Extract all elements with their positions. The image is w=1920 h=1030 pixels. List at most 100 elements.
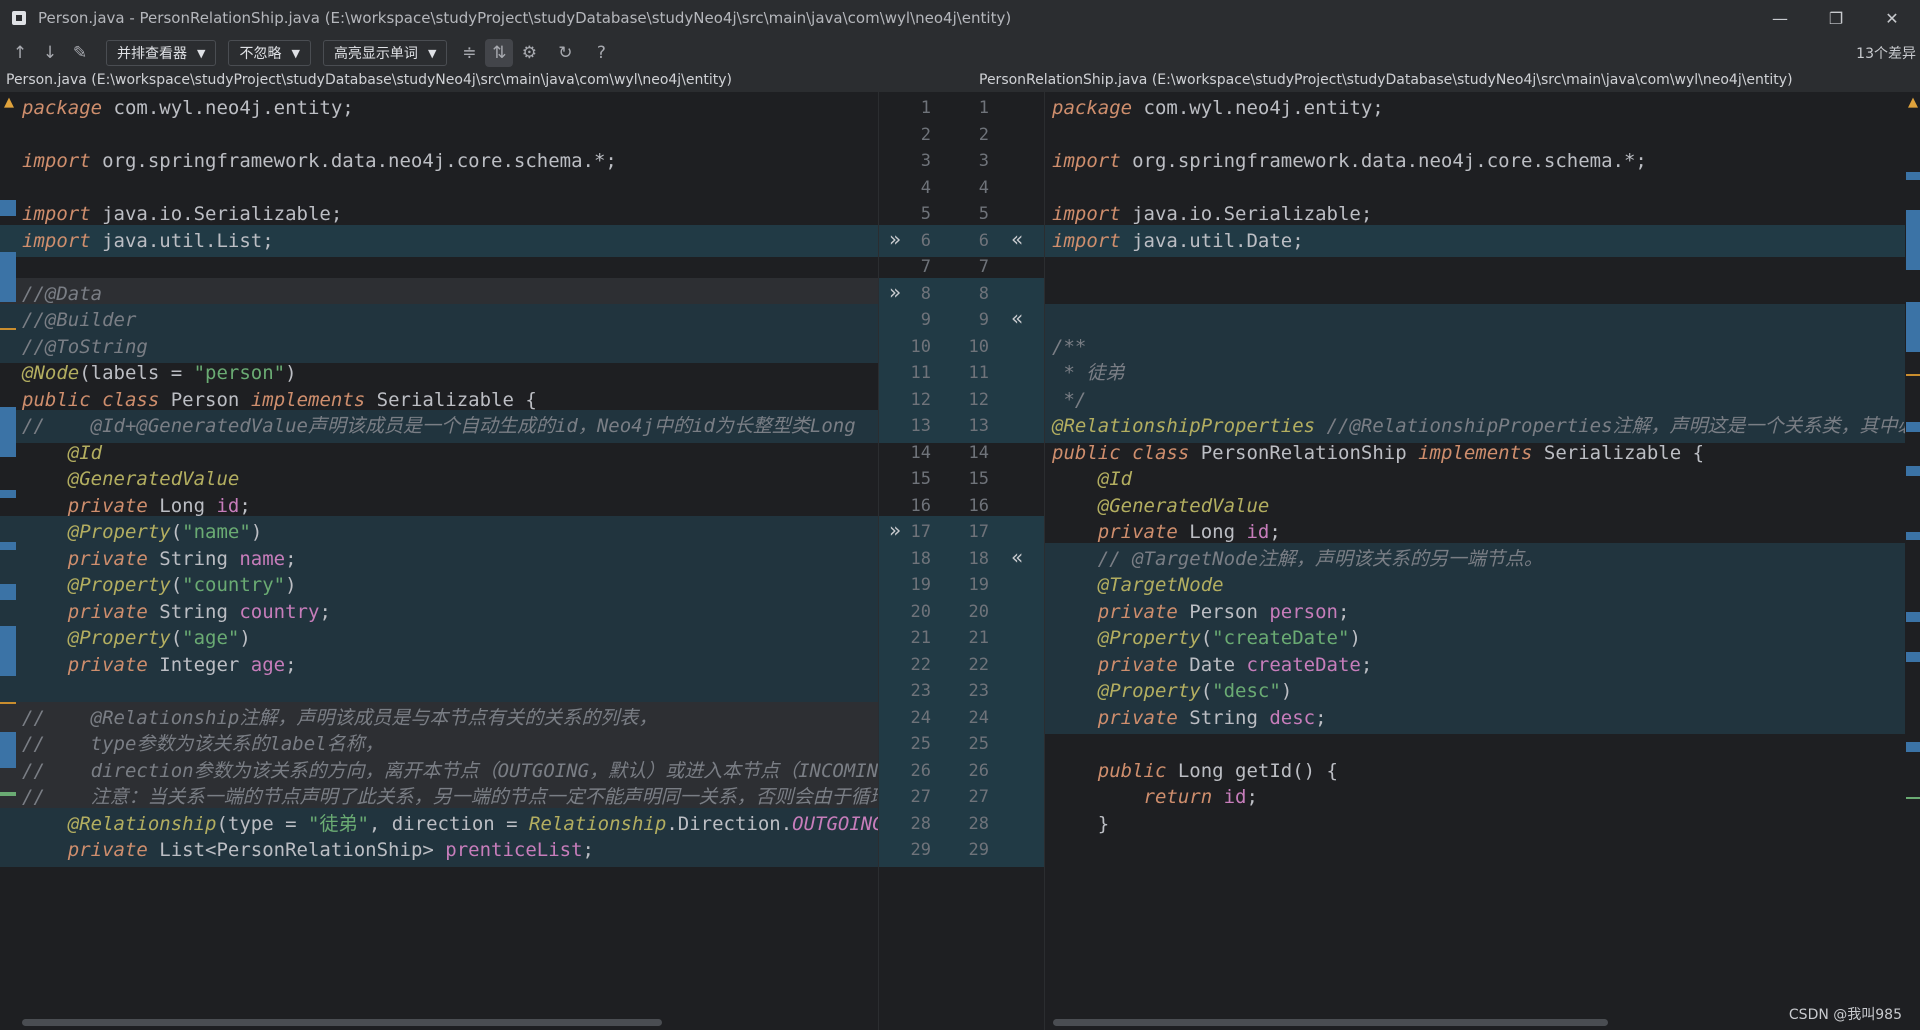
apply-right-change-icon[interactable]: « [1011,227,1023,251]
right-line-number: 15 [968,469,989,489]
left-line-number: 7 [920,257,931,277]
left-line-number: 20 [910,601,931,622]
warning-icon: ▲ [4,95,14,110]
left-code-text: // direction参数为该关系的方向，离开本节点（OUTGOING，默认）… [22,759,878,782]
apply-left-change-icon[interactable]: » [889,280,901,304]
right-horizontal-scrollbar[interactable] [1053,1019,1608,1026]
right-file-path: PersonRelationShip.java (E:\workspace\st… [979,72,1793,88]
right-line-number: 12 [968,389,989,410]
right-code-text: import java.io.Serializable; [1052,203,1373,225]
ignore-dropdown-label: 不忽略 [239,46,282,62]
left-line-number: 12 [910,389,931,410]
change-marker [0,407,16,457]
highlight-dropdown-label: 高亮显示单词 [333,46,418,62]
left-line-number: 3 [920,151,931,171]
change-marker [0,490,16,498]
right-line-number: 4 [978,177,989,198]
chevron-down-icon: ▼ [291,46,300,60]
left-line-number: 18 [910,548,931,569]
left-line-number: 25 [910,734,931,754]
right-code-text: /** [1052,335,1087,358]
gutter-row: 29 29 [879,834,1044,867]
right-code-text: */ [1052,388,1087,411]
right-line-number: 20 [968,601,989,622]
change-marker [1906,797,1920,799]
right-change-markers: ▲ [1906,92,1920,1030]
apply-right-change-icon[interactable]: « [1011,545,1023,569]
change-marker [1906,612,1920,622]
right-line-number: 1 [978,98,989,118]
left-horizontal-scrollbar[interactable] [22,1019,662,1026]
right-line-number: 17 [968,522,989,542]
collapse-unchanged-icon[interactable]: ≑ [455,39,483,67]
minimize-button[interactable]: — [1752,0,1808,36]
left-line-number: 24 [910,707,931,728]
sync-scroll-icon[interactable]: ⇅ [485,39,514,67]
left-code-text: // type参数为该关系的label名称， [22,733,384,755]
diff-count-label: 13个差异 [1856,46,1916,62]
left-code-text: @Property("age") [67,627,251,649]
change-marker [0,200,16,216]
left-line-number: 8 [920,283,931,304]
left-editor-pane[interactable]: package com.wyl.neo4j.entity; import org.… [0,92,878,1030]
right-line-number: 27 [968,787,989,807]
right-line-number: 13 [968,416,989,436]
right-line-number: 21 [968,628,989,648]
settings-gear-icon[interactable]: ⚙ [515,39,543,67]
right-line-number: 28 [968,813,989,834]
left-code-text: @Property("country") [67,574,297,596]
left-line-number: 29 [910,840,931,860]
viewer-dropdown[interactable]: 并排查看器 ▼ [106,40,217,66]
highlight-words-dropdown[interactable]: 高亮显示单词 ▼ [322,40,448,66]
right-line-number: 8 [978,283,989,304]
right-code-text: import org.springframework.data.neo4j.co… [1052,150,1647,172]
right-code-text: public Long getId() { [1097,759,1338,782]
left-code-text: public class Person implements Serializa… [22,388,537,411]
left-code-text: @Relationship(type = "徒弟", direction = R… [67,812,878,835]
right-code-text: @Property("desc") [1097,680,1293,702]
right-line-number: 25 [968,734,989,754]
change-marker [1906,466,1920,476]
next-diff-icon[interactable]: ↓ [36,39,64,67]
left-code-text: import java.io.Serializable; [22,203,343,225]
apply-left-change-icon[interactable]: » [889,227,901,251]
left-line-number: 27 [910,787,931,807]
right-code-text: return id; [1143,786,1258,808]
right-line-number: 18 [968,548,989,569]
change-marker [0,328,16,330]
ignore-whitespace-dropdown[interactable]: 不忽略 ▼ [228,40,311,66]
right-code-text: package com.wyl.neo4j.entity; [1052,97,1384,119]
apply-right-change-icon[interactable]: « [1011,306,1023,330]
chevron-down-icon: ▼ [197,46,206,60]
right-editor-pane[interactable]: package com.wyl.neo4j.entity; import org.… [1045,92,1905,1030]
right-line-number: 24 [968,707,989,728]
left-line-number: 28 [910,813,931,834]
restore-button[interactable]: ❐ [1808,0,1864,36]
left-change-markers: ▲ [0,92,20,1030]
left-line-number: 16 [910,495,931,516]
change-marker [1906,374,1920,376]
left-line-number: 21 [910,628,931,648]
left-code-text: // @Id+@GeneratedValue声明该成员是一个自动生成的id，Ne… [22,415,856,437]
change-marker [1906,422,1920,432]
edit-source-icon[interactable]: ✎ [66,39,94,67]
left-code-text: package com.wyl.neo4j.entity; [22,97,354,119]
change-marker [0,252,16,302]
left-code-text: @Id [67,441,103,464]
change-marker [1906,742,1920,752]
help-icon[interactable]: ? [587,39,615,67]
left-code-text: @Node(labels = "person") [22,362,297,384]
chevron-down-icon: ▼ [427,46,437,60]
refresh-icon[interactable]: ↻ [551,39,579,67]
right-code-text: // @TargetNode注解，声明该关系的另一端节点。 [1052,547,1543,570]
apply-left-change-icon[interactable]: » [889,518,901,542]
right-line-number: 22 [968,654,989,675]
left-line-number: 26 [910,760,931,781]
left-code-text: private String name; [67,547,297,570]
right-code-text: * 徒弟 [1052,362,1125,384]
left-line-number: 17 [910,522,931,542]
close-button[interactable]: ✕ [1864,0,1920,36]
right-line-number: 26 [968,760,989,781]
previous-diff-icon[interactable]: ↑ [6,39,34,67]
diff-gutter: 1 1 2 2 3 3 4 4 5 5 6 6 7 7 8 8 9 9 10 10 11 11 12 12 13 13 14 14 15… [878,92,1045,1030]
